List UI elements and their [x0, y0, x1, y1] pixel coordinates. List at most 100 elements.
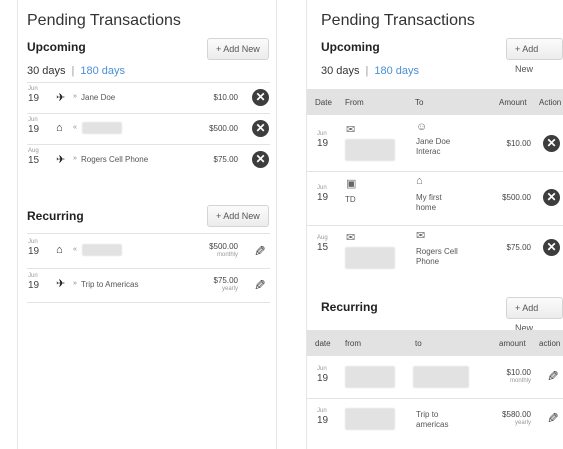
- upcoming-table-header: Date From To Amount Action: [307, 89, 563, 115]
- table-row: Jun 19 ▣ TD ⌂ My first home $500.00 ✕: [307, 175, 563, 223]
- edit-pencil-icon[interactable]: ✎: [547, 368, 559, 385]
- frequency: yearly: [514, 420, 531, 426]
- frequency: yearly: [221, 286, 238, 292]
- divider: [27, 302, 270, 303]
- edit-pencil-icon[interactable]: ✎: [254, 277, 266, 294]
- range-selector: 30 days | 180 days: [27, 65, 125, 77]
- add-upcoming-button[interactable]: + Add New: [506, 38, 563, 74]
- redacted-payee: [82, 244, 122, 256]
- direction-arrow: »: [73, 155, 77, 162]
- range-separator: |: [71, 65, 75, 77]
- home-icon: ⌂: [56, 122, 63, 134]
- add-upcoming-button[interactable]: + Add New: [207, 38, 269, 60]
- range-separator: |: [365, 65, 369, 77]
- frequency: monthly: [216, 252, 238, 258]
- range-180-days-link[interactable]: 180 days: [80, 65, 125, 77]
- plane-icon: ✈: [56, 278, 66, 290]
- payee-name: Trip to Americas: [81, 280, 139, 289]
- divider: [27, 268, 270, 269]
- range-30-days[interactable]: 30 days: [321, 65, 360, 77]
- amount: $500.00: [209, 124, 238, 133]
- redacted-from: [345, 366, 395, 388]
- recurring-title: Recurring: [27, 209, 84, 223]
- redacted-to: [413, 366, 469, 388]
- page-title: Pending Transactions: [321, 12, 475, 29]
- col-amount[interactable]: amount: [499, 339, 526, 348]
- row-date: Aug 15: [317, 235, 329, 253]
- range-180-days-link[interactable]: 180 days: [374, 65, 419, 77]
- upcoming-row: Aug 15 ✈ » Rogers Cell Phone $75.00 ✕: [18, 148, 278, 174]
- col-action[interactable]: Action: [539, 98, 561, 107]
- direction-arrow: »: [73, 93, 77, 100]
- delete-button[interactable]: ✕: [252, 151, 269, 168]
- direction-arrow: «: [73, 246, 77, 253]
- range-selector: 30 days | 180 days: [321, 65, 419, 77]
- col-action[interactable]: action: [539, 339, 560, 348]
- upcoming-row: Jun 19 ✈ » Jane Doe $10.00 ✕: [18, 86, 278, 112]
- table-row: Jun 19 ✉ ☺ Jane Doe Interac $10.00 ✕: [307, 119, 563, 169]
- pending-transactions-panel-compact: Pending Transactions Upcoming + Add New …: [17, 0, 277, 449]
- edit-pencil-icon[interactable]: ✎: [254, 243, 266, 260]
- redacted-from: [345, 139, 395, 161]
- amount: $75.00: [213, 155, 238, 164]
- range-30-days[interactable]: 30 days: [27, 65, 66, 77]
- recurring-row: Jun 19 ✈ » Trip to Americas $75.00 yearly…: [18, 272, 278, 300]
- edit-pencil-icon[interactable]: ✎: [547, 410, 559, 427]
- from-name: TD: [345, 195, 356, 204]
- delete-button[interactable]: ✕: [252, 89, 269, 106]
- delete-button[interactable]: ✕: [543, 135, 560, 152]
- plane-icon: ✈: [56, 92, 66, 104]
- user-icon: ☺: [416, 121, 428, 133]
- amount: $10.00: [213, 93, 238, 102]
- col-date[interactable]: date: [315, 339, 331, 348]
- home-icon: ⌂: [416, 175, 423, 187]
- row-date: Jun 19: [28, 86, 40, 104]
- plane-icon: ✈: [56, 154, 66, 166]
- frequency: monthly: [509, 378, 531, 384]
- row-date: Jun 19: [28, 239, 40, 257]
- upcoming-row: Jun 19 ⌂ « $500.00 ✕: [18, 117, 278, 143]
- recurring-row: Jun 19 ⌂ « $500.00 monthly ✎: [18, 238, 278, 266]
- col-from[interactable]: From: [345, 98, 364, 107]
- row-date: Jun 19: [28, 117, 40, 135]
- col-date[interactable]: Date: [315, 98, 332, 107]
- envelope-icon: ✉: [416, 230, 426, 242]
- delete-button[interactable]: ✕: [543, 189, 560, 206]
- divider: [307, 398, 563, 399]
- row-date: Jun 19: [317, 131, 329, 149]
- divider: [307, 225, 563, 226]
- to-name: Jane Doe Interac: [416, 137, 451, 156]
- col-to[interactable]: To: [415, 98, 423, 107]
- pending-transactions-panel-table: Pending Transactions Upcoming + Add New …: [306, 0, 563, 449]
- direction-arrow: »: [73, 280, 77, 287]
- redacted-from: [345, 408, 395, 430]
- divider: [27, 144, 270, 145]
- direction-arrow: «: [73, 124, 77, 131]
- amount: $500.00: [209, 242, 238, 251]
- envelope-icon: ✉: [346, 124, 356, 136]
- amount: $500.00: [502, 193, 531, 202]
- amount: $580.00: [502, 410, 531, 419]
- col-amount[interactable]: Amount: [499, 98, 527, 107]
- divider: [307, 171, 563, 172]
- envelope-icon: ✉: [346, 232, 356, 244]
- col-to[interactable]: to: [415, 339, 422, 348]
- amount: $75.00: [506, 243, 531, 252]
- add-recurring-button[interactable]: + Add New: [207, 205, 269, 227]
- page-title: Pending Transactions: [27, 12, 181, 29]
- row-date: Aug 15: [28, 148, 40, 166]
- recurring-title: Recurring: [321, 300, 378, 314]
- row-date: Jun 19: [317, 185, 329, 203]
- col-from[interactable]: from: [345, 339, 361, 348]
- delete-button[interactable]: ✕: [252, 120, 269, 137]
- row-date: Jun 19: [317, 408, 329, 426]
- redacted-payee: [82, 122, 122, 134]
- divider: [27, 233, 270, 234]
- amount: $10.00: [506, 368, 531, 377]
- add-recurring-button[interactable]: + Add New: [506, 297, 563, 333]
- amount: $75.00: [213, 276, 238, 285]
- delete-button[interactable]: ✕: [543, 239, 560, 256]
- upcoming-title: Upcoming: [27, 40, 86, 54]
- table-row: Jun 19 $10.00 monthly ✎: [307, 360, 563, 396]
- payee-name: Jane Doe: [81, 93, 116, 102]
